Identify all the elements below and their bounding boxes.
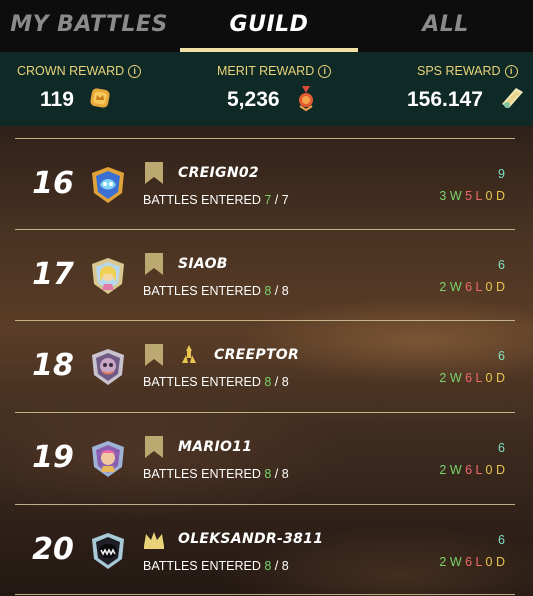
battles-entered-count: 8 bbox=[264, 375, 272, 389]
battles-entered-count: 8 bbox=[264, 559, 272, 573]
sps-reward-value: 156.147 bbox=[407, 88, 483, 111]
leaderboard-row[interactable]: 20 OLEKSANDR-3811 BATTLES ENTERED 8 / 8 … bbox=[0, 505, 533, 595]
player-score: 6 bbox=[498, 441, 505, 455]
battles-total-count: 8 bbox=[281, 375, 289, 389]
battles-entered-count: 8 bbox=[264, 467, 272, 481]
crown-token-icon bbox=[90, 88, 110, 108]
info-icon[interactable]: i bbox=[318, 65, 332, 78]
merit-reward: MERIT REWARD i 5,236 bbox=[170, 52, 350, 126]
battles-entered: BATTLES ENTERED 7 / 7 bbox=[143, 193, 289, 207]
player-rank: 20 bbox=[32, 532, 74, 567]
player-score: 9 bbox=[498, 167, 505, 181]
avatar[interactable] bbox=[88, 347, 128, 387]
bookmark-banner-icon bbox=[145, 436, 163, 458]
warrior-title-icon bbox=[182, 345, 196, 363]
merit-reward-label: MERIT REWARD bbox=[217, 64, 315, 78]
win-loss-draw: 2 W 6 L 0 D bbox=[439, 463, 505, 477]
player-name[interactable]: MARIO11 bbox=[178, 439, 252, 455]
player-score: 6 bbox=[498, 258, 505, 272]
player-name[interactable]: CREEPTOR bbox=[214, 347, 299, 363]
battles-entered-count: 8 bbox=[264, 284, 272, 298]
sps-token-icon bbox=[502, 88, 523, 108]
tab-all[interactable]: ALL bbox=[358, 0, 533, 52]
avatar[interactable] bbox=[88, 531, 128, 571]
player-name[interactable]: OLEKSANDR-3811 bbox=[178, 531, 323, 547]
crown-reward-value: 119 bbox=[40, 88, 74, 111]
sps-reward-label: SPS REWARD bbox=[417, 64, 501, 78]
crown-reward: CROWN REWARD i 119 bbox=[0, 52, 170, 126]
player-rank: 17 bbox=[32, 257, 74, 292]
battles-total-count: 8 bbox=[281, 559, 289, 573]
player-name[interactable]: SIAOB bbox=[178, 256, 228, 272]
battles-total-count: 8 bbox=[281, 467, 289, 481]
merit-reward-value: 5,236 bbox=[227, 88, 280, 111]
sps-reward: SPS REWARD i 156.147 bbox=[350, 52, 533, 126]
battle-tabs: MY BATTLES GUILD ALL bbox=[0, 0, 533, 52]
bookmark-banner-icon bbox=[145, 344, 163, 366]
avatar[interactable] bbox=[88, 256, 128, 296]
player-rank: 18 bbox=[32, 348, 74, 383]
player-rank: 19 bbox=[32, 440, 74, 475]
leaderboard-row[interactable]: 18 CREEPTOR BATTLES ENTERED 8 / 8 6 2 W … bbox=[0, 321, 533, 411]
bookmark-banner-icon bbox=[145, 253, 163, 275]
leaderboard-row[interactable]: 19 MARIO11 BATTLES ENTERED 8 / 8 6 2 W 6… bbox=[0, 413, 533, 503]
info-icon[interactable]: i bbox=[128, 65, 142, 78]
leaderboard-row[interactable]: 16 CREIGN02 BATTLES ENTERED 7 / 7 9 3 W … bbox=[0, 139, 533, 229]
player-score: 6 bbox=[498, 349, 505, 363]
battles-entered: BATTLES ENTERED 8 / 8 bbox=[143, 467, 289, 481]
battles-entered: BATTLES ENTERED 8 / 8 bbox=[143, 559, 289, 573]
leaderboard-row[interactable]: 17 SIAOB BATTLES ENTERED 8 / 8 6 2 W 6 L… bbox=[0, 230, 533, 320]
reward-summary: CROWN REWARD i 119 MERIT REWARD i 5,236 SP… bbox=[0, 52, 533, 126]
guild-leaderboard: 16 CREIGN02 BATTLES ENTERED 7 / 7 9 3 W … bbox=[0, 126, 533, 596]
player-score: 6 bbox=[498, 533, 505, 547]
win-loss-draw: 3 W 5 L 0 D bbox=[439, 189, 505, 203]
avatar[interactable] bbox=[88, 439, 128, 479]
avatar[interactable] bbox=[88, 165, 128, 205]
battles-entered-count: 7 bbox=[264, 193, 272, 207]
battles-total-count: 8 bbox=[281, 284, 289, 298]
battles-entered: BATTLES ENTERED 8 / 8 bbox=[143, 375, 289, 389]
battles-entered: BATTLES ENTERED 8 / 8 bbox=[143, 284, 289, 298]
tab-guild[interactable]: GUILD bbox=[180, 0, 358, 52]
info-icon[interactable]: i bbox=[504, 65, 518, 78]
win-loss-draw: 2 W 6 L 0 D bbox=[439, 280, 505, 294]
tab-my-battles[interactable]: MY BATTLES bbox=[0, 0, 178, 52]
divider bbox=[15, 594, 515, 595]
win-loss-draw: 2 W 6 L 0 D bbox=[439, 371, 505, 385]
player-name[interactable]: CREIGN02 bbox=[178, 165, 259, 181]
merit-medal-icon bbox=[299, 86, 313, 112]
battles-total-count: 7 bbox=[281, 193, 289, 207]
crown-icon bbox=[144, 532, 164, 549]
crown-reward-label: CROWN REWARD bbox=[17, 64, 125, 78]
player-rank: 16 bbox=[32, 166, 74, 201]
win-loss-draw: 2 W 6 L 0 D bbox=[439, 555, 505, 569]
bookmark-banner-icon bbox=[145, 162, 163, 184]
